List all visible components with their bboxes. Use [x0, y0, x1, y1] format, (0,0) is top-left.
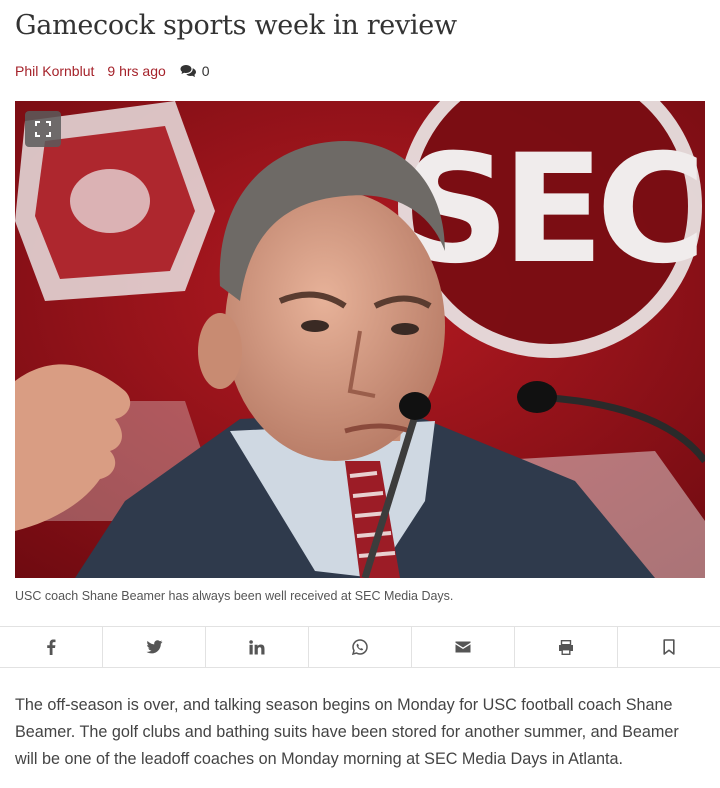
- byline: Phil Kornblut 9 hrs ago 0: [15, 63, 210, 79]
- featured-photo: SEC: [15, 101, 705, 578]
- share-twitter-button[interactable]: [103, 627, 206, 667]
- share-facebook-button[interactable]: [0, 627, 103, 667]
- share-bar: [0, 626, 720, 668]
- bookmark-button[interactable]: [618, 627, 720, 667]
- share-whatsapp-button[interactable]: [309, 627, 412, 667]
- print-icon: [559, 639, 573, 655]
- sec-logo-text: SEC: [402, 123, 699, 297]
- timestamp: 9 hrs ago: [107, 63, 166, 79]
- email-icon: [455, 641, 471, 653]
- share-linkedin-button[interactable]: [206, 627, 309, 667]
- coach-photo-illustration: SEC: [15, 101, 705, 578]
- print-button[interactable]: [515, 627, 618, 667]
- facebook-icon: [47, 639, 56, 655]
- article-headline: Gamecock sports week in review: [15, 10, 457, 41]
- expand-icon: [35, 121, 51, 137]
- expand-button[interactable]: [25, 111, 61, 147]
- linkedin-icon: [249, 639, 265, 654]
- article-paragraph: The off-season is over, and talking seas…: [15, 696, 679, 768]
- bookmark-icon: [663, 639, 675, 655]
- comment-count: 0: [201, 63, 210, 79]
- share-email-button[interactable]: [412, 627, 515, 667]
- whatsapp-icon: [352, 639, 368, 655]
- author-link[interactable]: Phil Kornblut: [15, 63, 94, 79]
- comments-link[interactable]: 0: [180, 63, 210, 79]
- comments-icon: [180, 65, 196, 77]
- twitter-icon: [146, 640, 162, 654]
- photo-caption: USC coach Shane Beamer has always been w…: [15, 589, 454, 603]
